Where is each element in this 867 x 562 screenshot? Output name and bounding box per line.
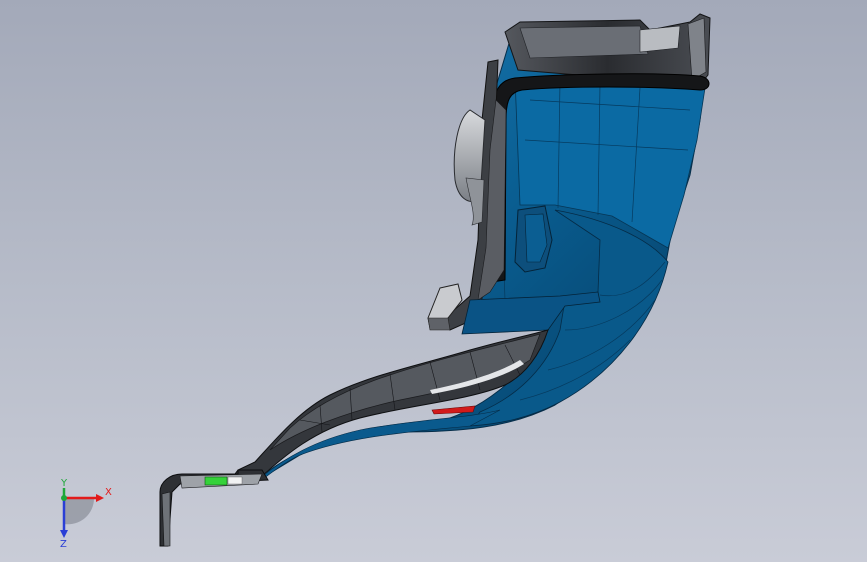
x-axis-arrow-icon: [96, 494, 104, 502]
y-axis-label: Y: [60, 478, 68, 489]
x-axis-label: X: [105, 487, 112, 498]
3d-model-view[interactable]: [0, 0, 867, 562]
top-cap-highlight: [519, 25, 649, 59]
white-marker: [227, 476, 243, 485]
triad-shadow-icon: [64, 498, 95, 525]
side-tab-edge: [427, 317, 451, 331]
green-marker: [204, 476, 228, 486]
z-axis-arrow-icon: [60, 530, 68, 538]
z-axis-label: Z: [60, 539, 67, 548]
cad-viewport[interactable]: X Y Z: [0, 0, 867, 562]
top-cap-notch: [639, 25, 681, 53]
y-axis-dot-icon: [61, 495, 67, 501]
orientation-triad[interactable]: X Y Z: [44, 478, 116, 548]
